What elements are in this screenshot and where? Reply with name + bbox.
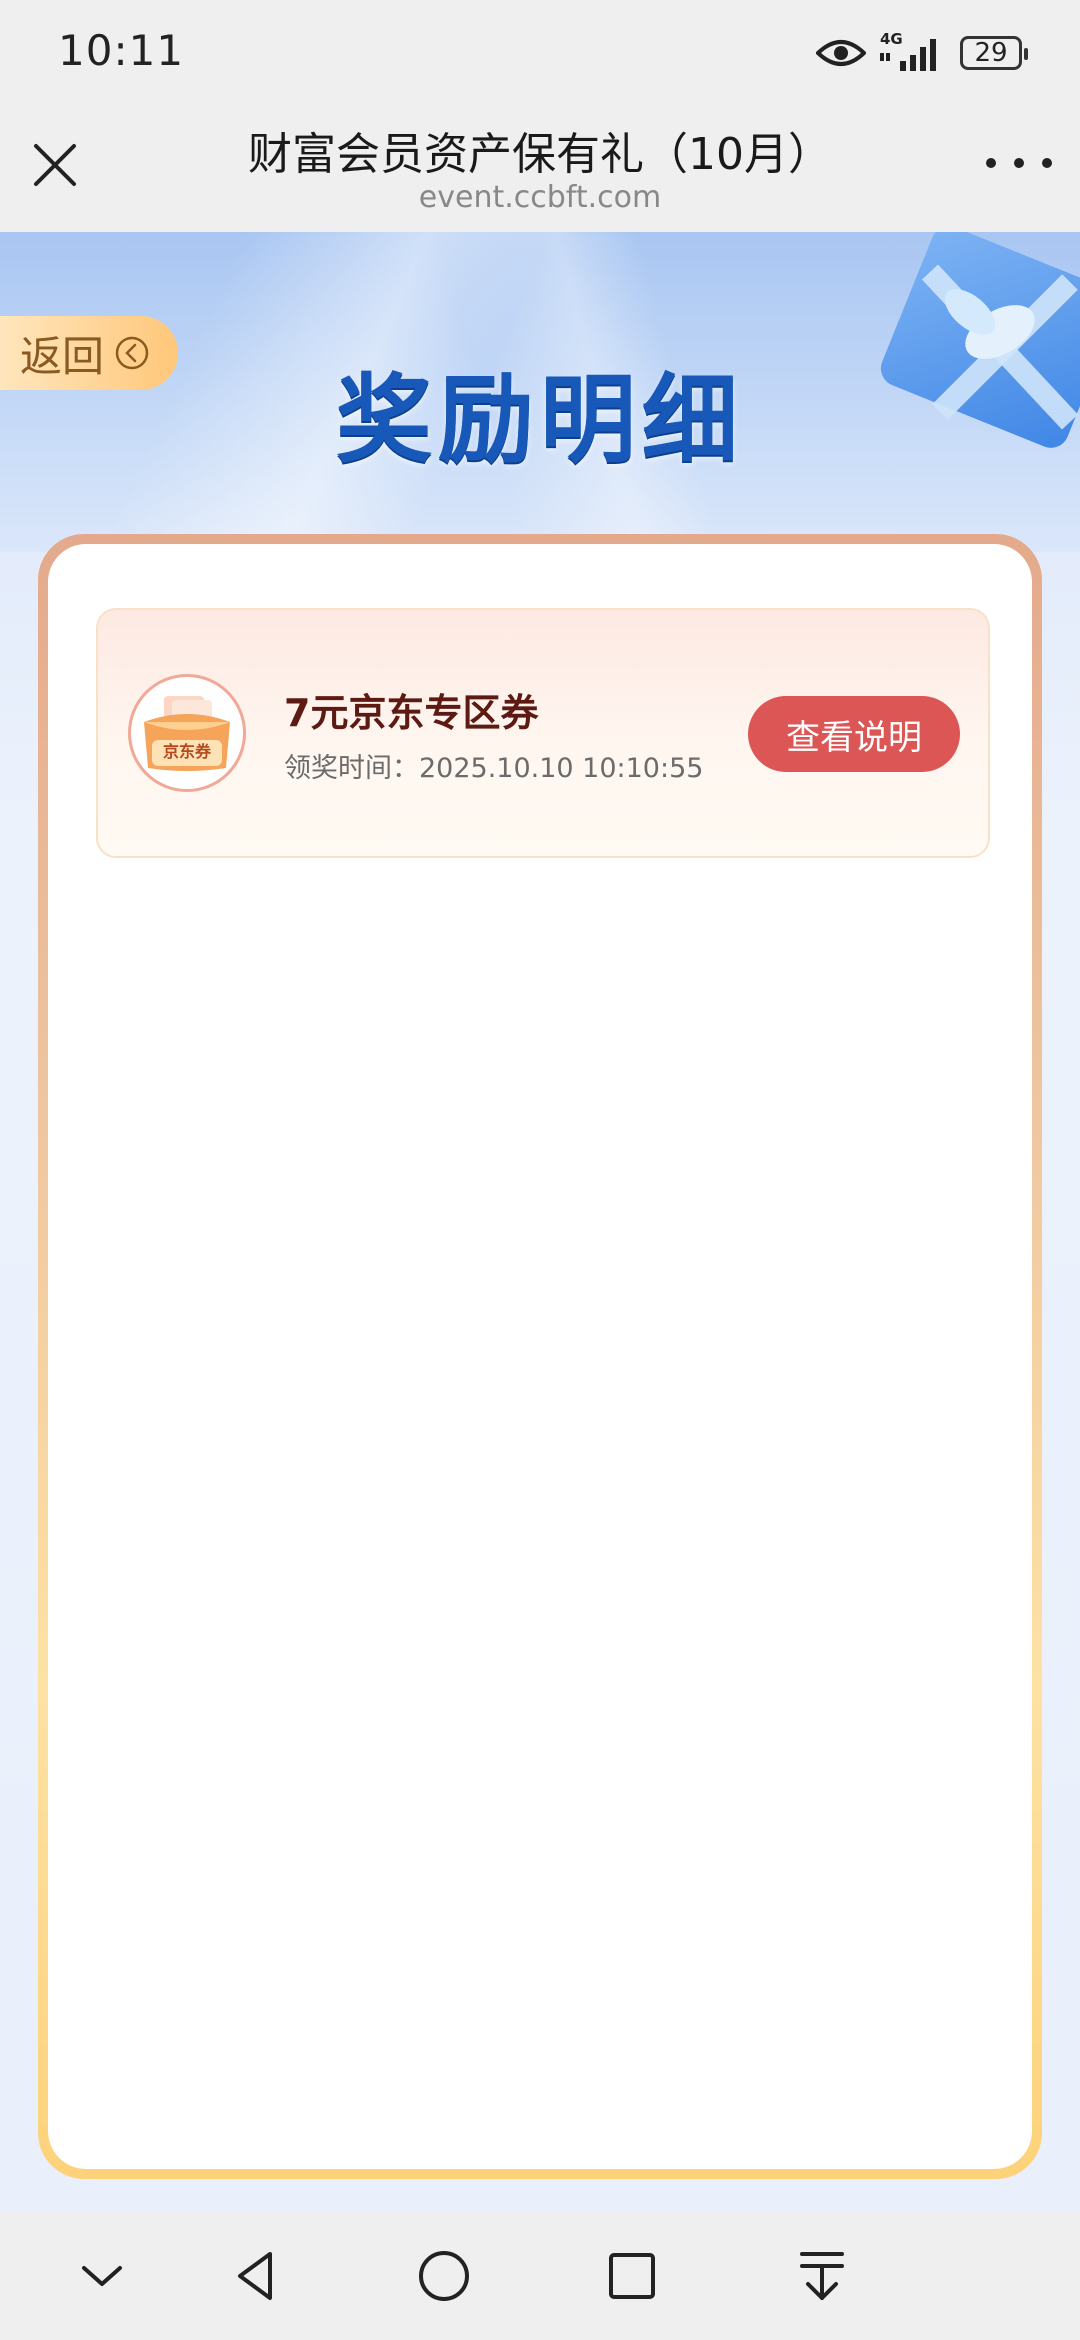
download-icon <box>800 2252 844 2300</box>
eye-icon <box>815 37 867 69</box>
reward-card: 京东券 7元京东专区券 领奖时间：2025.10.10 10:10:55 查看说… <box>48 544 1032 2169</box>
hero-banner: 返回 奖励明细 <box>0 232 1080 552</box>
signal-icon: 4G <box>880 30 946 73</box>
coupon-badge: 京东券 <box>162 742 211 761</box>
more-button[interactable] <box>986 148 1052 178</box>
recents-square-icon <box>609 2253 655 2299</box>
back-triangle-icon <box>238 2252 272 2300</box>
hero-title: 奖励明细 <box>336 364 744 476</box>
view-instructions-button[interactable]: 查看说明 <box>748 696 960 772</box>
reward-time: 领奖时间：2025.10.10 10:10:55 <box>284 746 703 785</box>
home-circle-icon <box>419 2251 469 2301</box>
page-content: 返回 奖励明细 京东券 7元京东专区券 领奖时间：2025.10.10 10:1… <box>0 232 1080 2212</box>
reward-card-frame: 京东券 7元京东专区券 领奖时间：2025.10.10 10:10:55 查看说… <box>38 534 1042 2179</box>
status-bar: 10:11 4G 29 <box>0 0 1080 100</box>
reward-name: 7元京东专区券 <box>284 691 539 735</box>
page-title: 财富会员资产保有礼（10月） <box>248 129 832 180</box>
more-icon <box>986 158 996 168</box>
battery-level: 29 <box>974 38 1008 68</box>
reward-item: 京东券 7元京东专区券 领奖时间：2025.10.10 10:10:55 查看说… <box>96 608 990 858</box>
network-label: 4G <box>880 30 903 48</box>
recents-nav-button[interactable] <box>602 2246 662 2306</box>
browser-title-bar: 财富会员资产保有礼（10月） event.ccbft.com <box>0 100 1080 232</box>
home-nav-button[interactable] <box>414 2246 474 2306</box>
status-time: 10:11 <box>58 26 185 75</box>
jd-coupon-icon: 京东券 <box>128 674 246 792</box>
status-icons: 4G 29 <box>815 28 1028 78</box>
reward-time-label: 领奖时间： <box>284 753 419 784</box>
close-button[interactable] <box>30 140 80 190</box>
battery-icon: 29 <box>960 36 1028 70</box>
back-nav-button[interactable] <box>226 2246 286 2306</box>
download-nav-button[interactable] <box>792 2246 852 2306</box>
chevron-down-icon <box>82 2266 122 2286</box>
page-url: event.ccbft.com <box>418 180 662 215</box>
collapse-button[interactable] <box>72 2246 132 2306</box>
reward-time-value: 2025.10.10 10:10:55 <box>419 753 704 784</box>
close-icon <box>34 144 76 186</box>
system-nav-bar <box>0 2212 1080 2340</box>
